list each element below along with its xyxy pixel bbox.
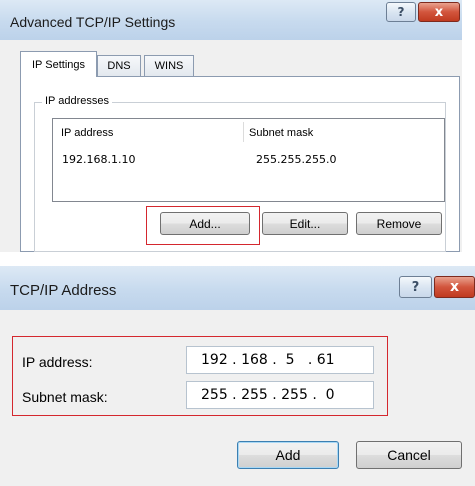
remove-button[interactable]: Remove [356,212,442,235]
window-title: Advanced TCP/IP Settings [10,14,176,30]
group-label: IP addresses [42,95,113,107]
tab-ip-settings[interactable]: IP Settings [20,51,97,77]
row-subnet-mask: 255.255.255.0 [256,153,337,166]
close-button[interactable]: x [434,276,475,298]
ip-address-label: IP address: [22,354,93,370]
close-icon: x [434,4,444,20]
add-button-label: Add [275,447,301,463]
cancel-button-label: Cancel [387,447,431,463]
tab-ip-settings-label: IP Settings [32,58,85,71]
edit-button-label: Edit... [289,216,321,231]
cancel-button[interactable]: Cancel [356,441,462,469]
tab-wins-label: WINS [154,60,184,72]
close-button[interactable]: x [418,2,460,22]
tab-dns-label: DNS [107,60,131,72]
add-button[interactable]: Add... [160,212,250,235]
close-icon: x [449,279,460,295]
ip-address-value: 192 . 168 . 5 . 61 [201,352,335,368]
help-icon: ? [411,279,420,295]
subnet-mask-value: 255 . 255 . 255 . 0 [201,387,335,403]
column-divider[interactable] [243,122,244,142]
titlebar: TCP/IP Address ? x [0,266,475,311]
tcpip-address-dialog: TCP/IP Address ? x IP address: 192 . 168… [0,266,475,486]
add-button-label: Add... [189,216,221,231]
add-button[interactable]: Add [237,441,339,469]
titlebar: Advanced TCP/IP Settings ? x [0,0,462,41]
ip-address-list[interactable]: IP address Subnet mask 192.168.1.10 255.… [52,118,445,202]
help-icon: ? [397,5,405,19]
help-button[interactable]: ? [399,276,432,298]
help-button[interactable]: ? [386,2,416,22]
column-header-ip-address[interactable]: IP address [61,127,113,139]
tab-dns[interactable]: DNS [97,55,141,76]
edit-button[interactable]: Edit... [262,212,348,235]
row-ip-address: 192.168.1.10 [62,153,136,166]
column-header-subnet-mask[interactable]: Subnet mask [249,127,313,139]
table-row[interactable]: 192.168.1.10 255.255.255.0 [54,149,444,171]
window-title: TCP/IP Address [10,282,117,299]
remove-button-label: Remove [376,216,422,231]
tab-wins[interactable]: WINS [144,55,194,76]
subnet-mask-field[interactable]: 255 . 255 . 255 . 0 [186,381,374,409]
advanced-tcpip-dialog: Advanced TCP/IP Settings ? x IP Settings… [0,0,462,252]
subnet-mask-label: Subnet mask: [22,389,108,405]
ip-address-field[interactable]: 192 . 168 . 5 . 61 [186,346,374,374]
